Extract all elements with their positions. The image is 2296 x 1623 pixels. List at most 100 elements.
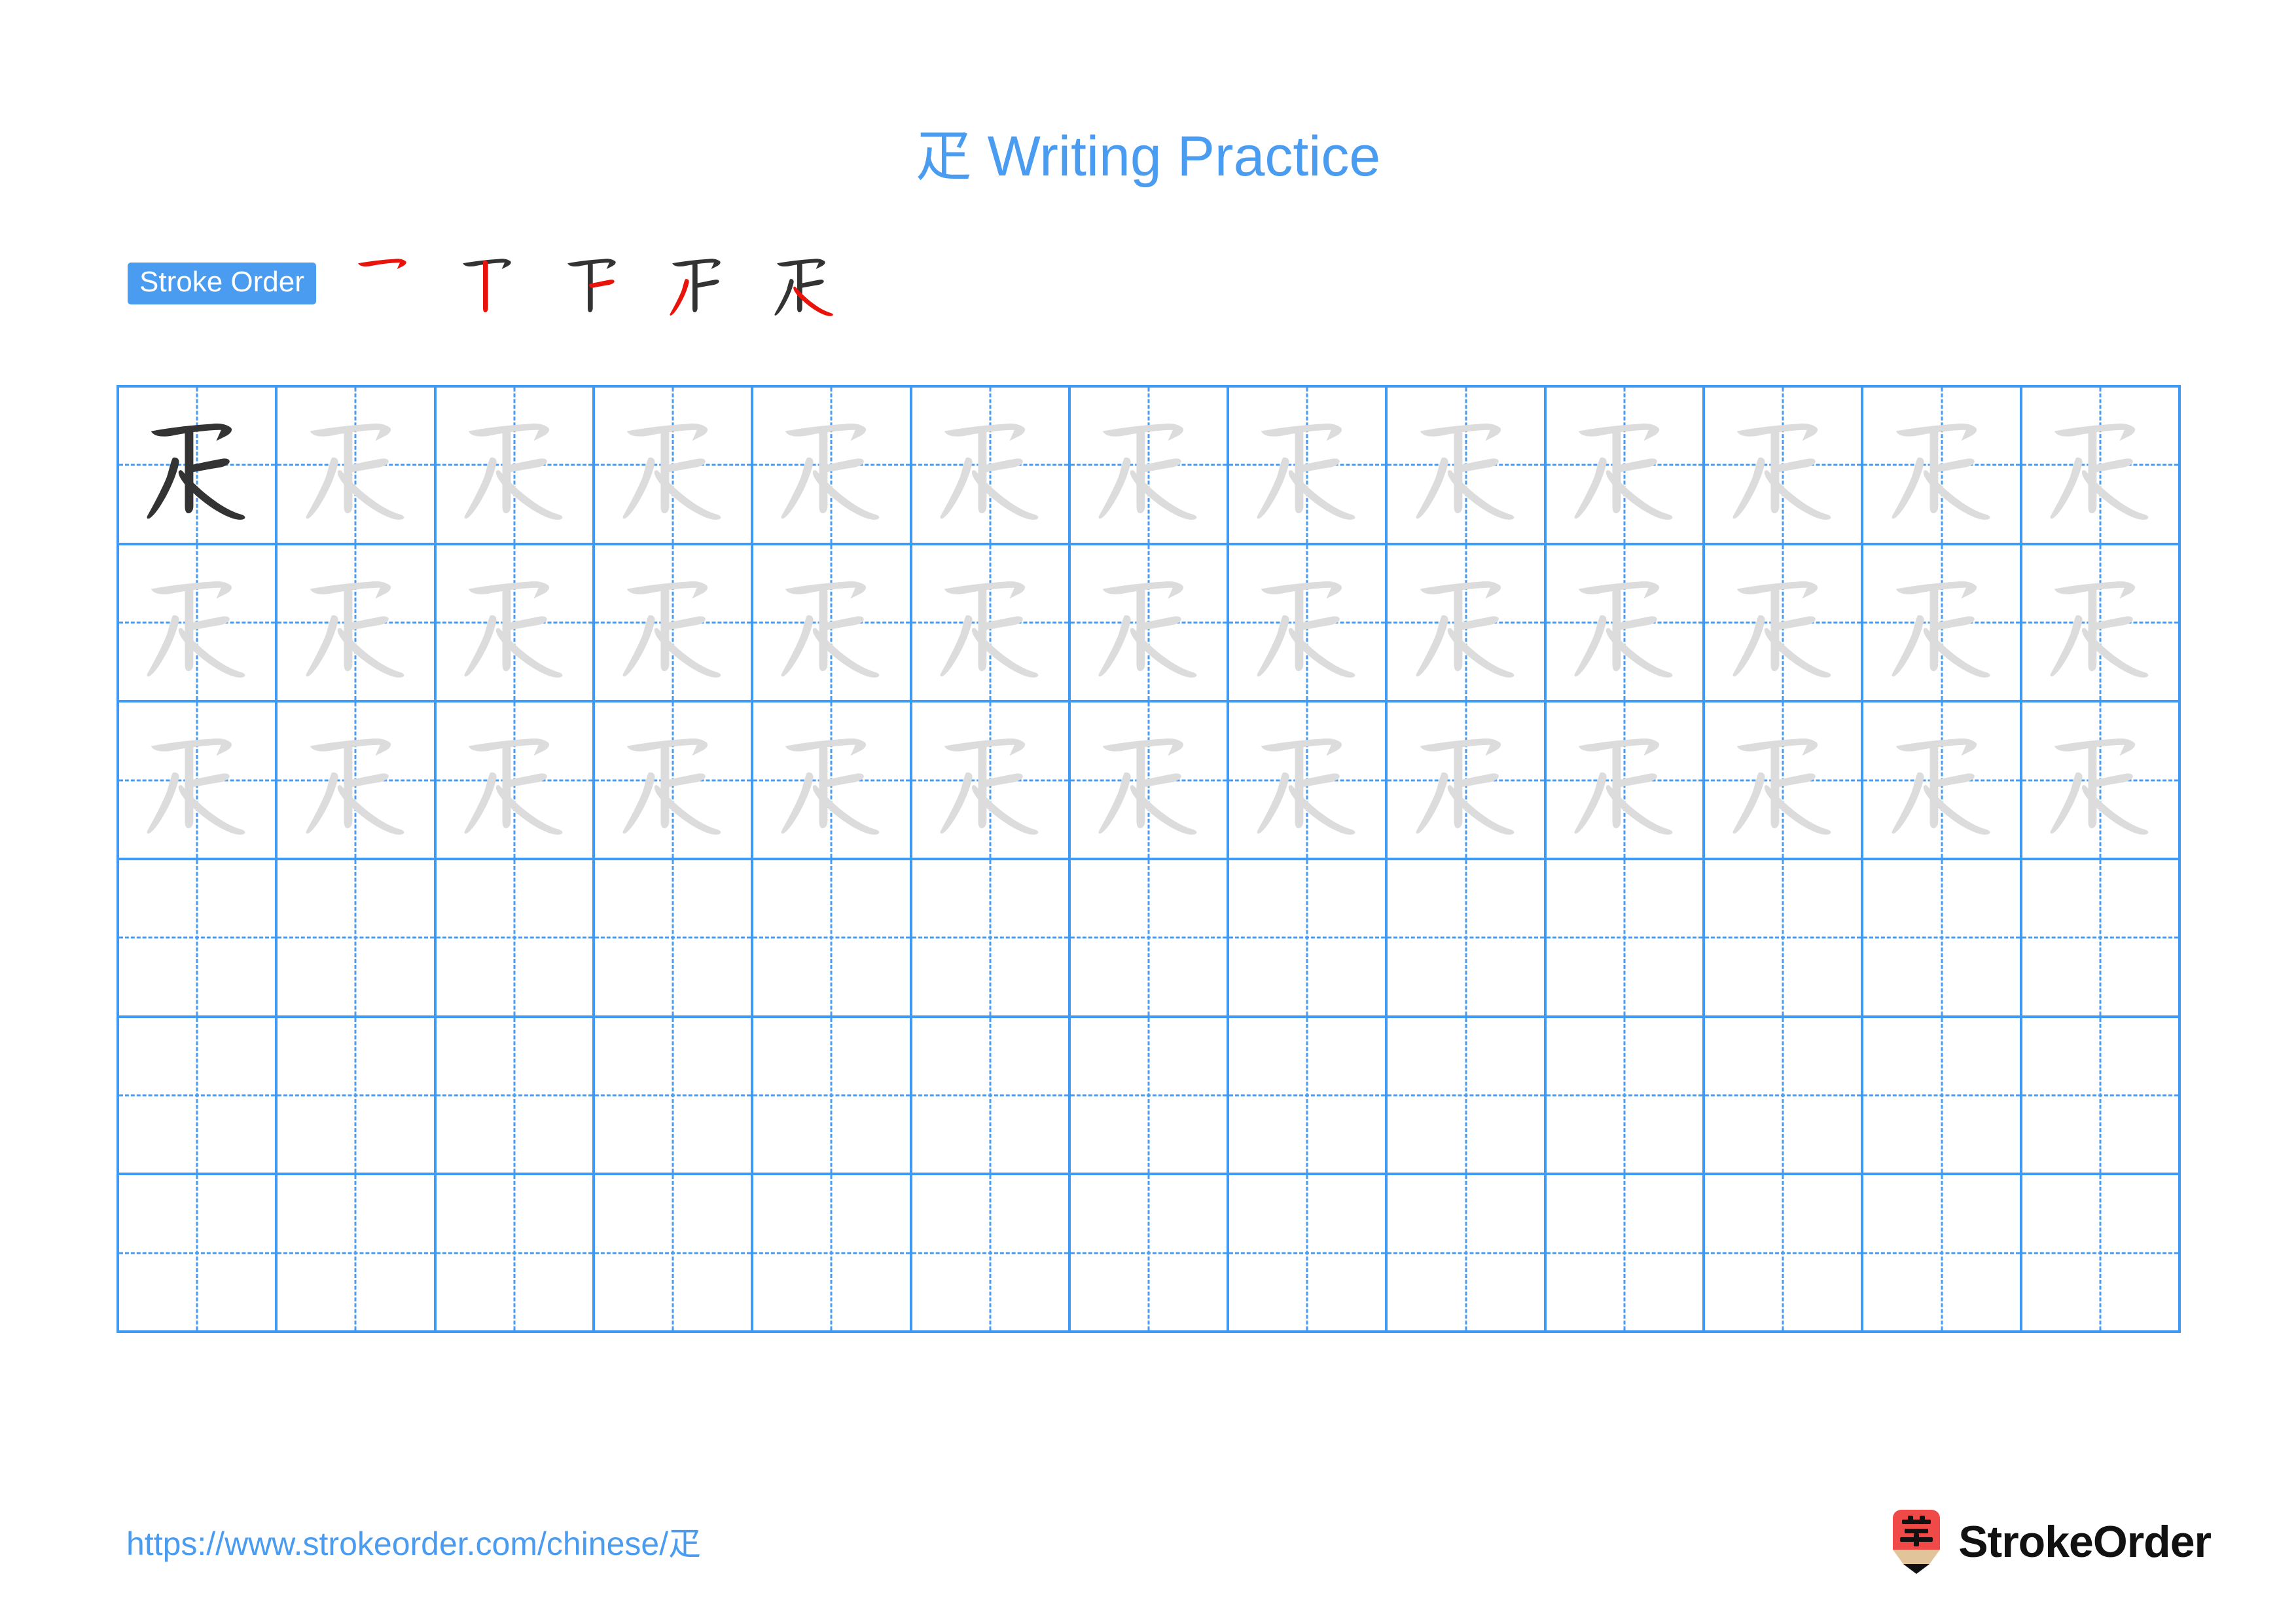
- practice-cell-trace[interactable]: [1705, 388, 1864, 545]
- practice-cell-trace[interactable]: [594, 545, 754, 703]
- practice-cell-trace[interactable]: [1070, 702, 1230, 860]
- practice-cell-blank[interactable]: [1863, 1017, 2022, 1176]
- character-glyph: [1863, 702, 2019, 858]
- practice-cell-blank[interactable]: [1705, 1017, 1864, 1176]
- practice-cell-trace[interactable]: [2022, 545, 2181, 703]
- practice-cell-trace[interactable]: [1546, 388, 1706, 545]
- practice-cell-blank[interactable]: [912, 1017, 1071, 1176]
- character-glyph: [1547, 702, 1702, 858]
- character-glyph: [119, 545, 275, 701]
- character-glyph: [1071, 702, 1227, 858]
- practice-cell-trace[interactable]: [119, 545, 278, 703]
- footer-url-link[interactable]: https://www.strokeorder.com/chinese/疋: [126, 1518, 701, 1565]
- practice-cell-trace[interactable]: [436, 388, 595, 545]
- practice-cell-trace[interactable]: [912, 388, 1071, 545]
- practice-cell-blank[interactable]: [278, 1017, 437, 1176]
- practice-cell-trace[interactable]: [753, 702, 912, 860]
- practice-cell-blank[interactable]: [436, 1175, 595, 1333]
- practice-cell-trace[interactable]: [1546, 545, 1706, 703]
- practice-cell-trace[interactable]: [278, 702, 437, 860]
- practice-cell-blank[interactable]: [1070, 860, 1230, 1018]
- practice-cell-trace[interactable]: [1229, 702, 1388, 860]
- character-glyph: [2022, 545, 2178, 701]
- character-glyph: [1388, 388, 1543, 543]
- character-glyph: [912, 388, 1068, 543]
- practice-cell-blank[interactable]: [753, 1017, 912, 1176]
- practice-cell-blank[interactable]: [119, 1017, 278, 1176]
- practice-cell-blank[interactable]: [1546, 1175, 1706, 1333]
- practice-cell-blank[interactable]: [912, 1175, 1071, 1333]
- practice-cell-blank[interactable]: [1070, 1017, 1230, 1176]
- practice-cell-blank[interactable]: [1705, 860, 1864, 1018]
- practice-cell-blank[interactable]: [119, 860, 278, 1018]
- practice-cell-blank[interactable]: [594, 860, 754, 1018]
- practice-cell-blank[interactable]: [1229, 1175, 1388, 1333]
- practice-cell-trace[interactable]: [753, 388, 912, 545]
- practice-cell-blank[interactable]: [1070, 1175, 1230, 1333]
- practice-cell-blank[interactable]: [912, 860, 1071, 1018]
- practice-cell-blank[interactable]: [1388, 860, 1547, 1018]
- practice-cell-trace[interactable]: [912, 702, 1071, 860]
- practice-cell-trace[interactable]: [1863, 545, 2022, 703]
- practice-cell-trace[interactable]: [1229, 388, 1388, 545]
- practice-cell-blank[interactable]: [2022, 860, 2181, 1018]
- practice-cell-trace[interactable]: [278, 545, 437, 703]
- practice-cell-trace[interactable]: [1229, 545, 1388, 703]
- character-glyph: [1705, 702, 1861, 858]
- character-glyph: [1863, 388, 2019, 543]
- practice-cell-trace[interactable]: [1863, 702, 2022, 860]
- practice-cell-blank[interactable]: [1863, 1175, 2022, 1333]
- practice-cell-blank[interactable]: [1229, 860, 1388, 1018]
- practice-cell-trace[interactable]: [1705, 545, 1864, 703]
- practice-cell-trace[interactable]: [1070, 388, 1230, 545]
- practice-cell-blank[interactable]: [2022, 1175, 2181, 1333]
- practice-cell-blank[interactable]: [594, 1017, 754, 1176]
- practice-cell-blank[interactable]: [594, 1175, 754, 1333]
- practice-cell-trace[interactable]: [1388, 388, 1547, 545]
- practice-cell-blank[interactable]: [436, 860, 595, 1018]
- practice-cell-trace[interactable]: [594, 388, 754, 545]
- practice-cell-trace[interactable]: [1388, 702, 1547, 860]
- practice-cell-trace[interactable]: [436, 702, 595, 860]
- character-glyph: [1229, 388, 1385, 543]
- stroke-order-section: Stroke Order: [128, 254, 857, 316]
- practice-cell-trace[interactable]: [1070, 545, 1230, 703]
- character-glyph: [278, 702, 433, 858]
- practice-cell-blank[interactable]: [1863, 860, 2022, 1018]
- practice-cell-trace[interactable]: [912, 545, 1071, 703]
- practice-cell-trace[interactable]: [278, 388, 437, 545]
- practice-cell-trace[interactable]: [594, 702, 754, 860]
- practice-cell-blank[interactable]: [1388, 1017, 1547, 1176]
- practice-cell-trace[interactable]: [1546, 702, 1706, 860]
- practice-cell-model[interactable]: [119, 388, 278, 545]
- stroke-step-3: [543, 247, 647, 319]
- practice-cell-trace[interactable]: [1388, 545, 1547, 703]
- practice-cell-blank[interactable]: [753, 860, 912, 1018]
- practice-cell-trace[interactable]: [1705, 702, 1864, 860]
- practice-cell-blank[interactable]: [1546, 1017, 1706, 1176]
- character-glyph: [595, 702, 751, 858]
- character-glyph: [119, 702, 275, 858]
- character-glyph: [278, 545, 433, 701]
- stroke-step-2: [438, 247, 543, 319]
- practice-cell-blank[interactable]: [1229, 1017, 1388, 1176]
- practice-cell-blank[interactable]: [753, 1175, 912, 1333]
- character-glyph: [753, 702, 909, 858]
- practice-cell-blank[interactable]: [1388, 1175, 1547, 1333]
- practice-cell-blank[interactable]: [436, 1017, 595, 1176]
- practice-cell-trace[interactable]: [753, 545, 912, 703]
- practice-cell-blank[interactable]: [1705, 1175, 1864, 1333]
- practice-cell-trace[interactable]: [2022, 388, 2181, 545]
- practice-cell-blank[interactable]: [2022, 1017, 2181, 1176]
- practice-cell-blank[interactable]: [278, 1175, 437, 1333]
- practice-cell-blank[interactable]: [119, 1175, 278, 1333]
- character-glyph: [1547, 545, 1702, 701]
- practice-cell-blank[interactable]: [278, 860, 437, 1018]
- stroke-order-badge: Stroke Order: [128, 263, 316, 304]
- practice-cell-trace[interactable]: [119, 702, 278, 860]
- practice-cell-trace[interactable]: [2022, 702, 2181, 860]
- practice-cell-trace[interactable]: [436, 545, 595, 703]
- brand-logo-group: StrokeOrder: [1889, 1506, 2212, 1578]
- practice-cell-trace[interactable]: [1863, 388, 2022, 545]
- practice-cell-blank[interactable]: [1546, 860, 1706, 1018]
